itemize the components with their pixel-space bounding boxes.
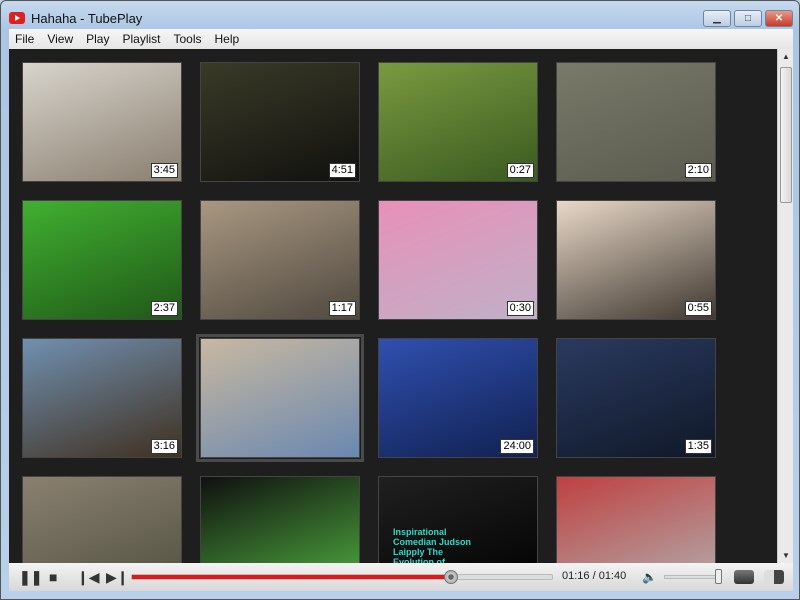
menu-file[interactable]: File xyxy=(9,32,41,46)
menu-play[interactable]: Play xyxy=(80,32,116,46)
video-thumbnail[interactable] xyxy=(196,334,364,462)
duration-badge: 1:17 xyxy=(328,301,356,316)
video-thumbnail[interactable]: 4:51 xyxy=(200,62,360,182)
volume-icon[interactable]: 🔈 xyxy=(642,570,657,584)
seek-bar[interactable] xyxy=(131,570,553,584)
stop-icon[interactable]: ■ xyxy=(49,570,57,584)
video-thumbnail[interactable]: 2:37 xyxy=(22,200,182,320)
minimize-button[interactable]: ▁ xyxy=(703,10,731,27)
video-thumbnail[interactable]: 2:10 xyxy=(556,62,716,182)
scrollbar-thumb[interactable] xyxy=(780,67,792,203)
video-thumbnail[interactable]: Inspirational Comedian Judson Laipply Th… xyxy=(378,476,538,563)
menu-tools[interactable]: Tools xyxy=(168,32,209,46)
fullscreen-button[interactable] xyxy=(734,570,754,584)
vertical-scrollbar[interactable]: ▲ ▼ xyxy=(777,49,793,563)
video-thumbnail[interactable]: 1:35 xyxy=(556,338,716,458)
seek-handle[interactable] xyxy=(444,570,459,584)
menu-view[interactable]: View xyxy=(41,32,80,46)
duration-badge: 1:35 xyxy=(684,439,712,454)
duration-badge: 4:51 xyxy=(328,163,356,178)
video-thumbnail[interactable] xyxy=(200,476,360,563)
video-thumbnail[interactable] xyxy=(556,476,716,563)
volume-slider[interactable] xyxy=(664,575,720,579)
duration-badge: 3:16 xyxy=(150,439,178,454)
scroll-down-icon[interactable]: ▼ xyxy=(782,551,790,560)
video-thumbnail[interactable] xyxy=(22,476,182,563)
title-bar: Hahaha - TubePlay xyxy=(9,9,142,27)
close-button[interactable]: ✕ xyxy=(765,10,793,27)
duration-badge: 24:00 xyxy=(500,439,534,454)
menu-playlist[interactable]: Playlist xyxy=(116,32,167,46)
duration-badge: 0:55 xyxy=(684,301,712,316)
previous-icon[interactable]: ❙◀ xyxy=(77,570,100,584)
duration-badge: 0:30 xyxy=(506,301,534,316)
window-title: Hahaha - TubePlay xyxy=(31,10,143,26)
video-thumbnail[interactable]: 3:16 xyxy=(22,338,182,458)
duration-badge: 3:45 xyxy=(150,163,178,178)
video-thumbnail[interactable]: 0:30 xyxy=(378,200,538,320)
video-overlay-caption: Inspirational Comedian Judson Laipply Th… xyxy=(393,527,472,563)
app-window: Hahaha - TubePlay ▁ □ ✕ File View Play P… xyxy=(0,0,800,600)
menu-help[interactable]: Help xyxy=(209,32,247,46)
time-display: 01:16 / 01:40 xyxy=(562,570,627,582)
seek-progress xyxy=(132,575,452,579)
player-controls: ❚❚ ■ ❙◀ ▶❙ 01:16 / 01:40 🔈 xyxy=(9,563,793,591)
video-thumbnail[interactable]: 3:45 xyxy=(22,62,182,182)
pause-icon[interactable]: ❚❚ xyxy=(19,570,42,584)
app-logo-icon xyxy=(9,12,25,24)
menu-bar: File View Play Playlist Tools Help xyxy=(9,29,793,49)
video-thumbnail[interactable]: 0:27 xyxy=(378,62,538,182)
duration-badge: 0:27 xyxy=(506,163,534,178)
video-thumbnail[interactable]: 1:17 xyxy=(200,200,360,320)
scroll-up-icon[interactable]: ▲ xyxy=(782,52,790,61)
video-thumbnail[interactable]: 24:00 xyxy=(378,338,538,458)
duration-badge: 2:37 xyxy=(150,301,178,316)
next-icon[interactable]: ▶❙ xyxy=(106,570,129,584)
video-thumbnail[interactable]: 0:55 xyxy=(556,200,716,320)
volume-handle[interactable] xyxy=(715,569,722,584)
mini-mode-button[interactable] xyxy=(764,570,784,584)
duration-badge: 2:10 xyxy=(684,163,712,178)
maximize-button[interactable]: □ xyxy=(734,10,762,27)
video-grid: 3:45 4:51 0:27 2:10 2:37 1:17 0:30 0:55 3:16 24:0… xyxy=(9,49,777,563)
